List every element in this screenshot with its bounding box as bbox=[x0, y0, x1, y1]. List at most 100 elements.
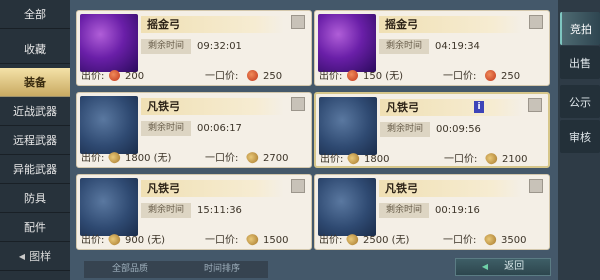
item-name: 摇金弓 bbox=[379, 16, 522, 33]
favorite-checkbox[interactable] bbox=[291, 179, 305, 193]
time-remaining: 00:09:56 bbox=[436, 124, 481, 135]
price-row: 出价: 1800 (无) 一口价: 2700 bbox=[77, 149, 309, 167]
back-button[interactable]: ◀ 返回 bbox=[455, 258, 551, 276]
red-coin-icon bbox=[345, 69, 360, 85]
item-thumbnail bbox=[80, 96, 138, 154]
buyout-value: 1500 bbox=[263, 235, 289, 246]
sidebar-item-label: 图样 bbox=[29, 250, 52, 263]
sidebar-item-ranged[interactable]: 远程武器 bbox=[0, 126, 70, 155]
time-label: 剩余时间 bbox=[141, 121, 191, 136]
price-row: 出价: 2500 (无) 一口价: 3500 bbox=[315, 231, 547, 249]
bid-label: 出价: bbox=[81, 235, 105, 246]
gold-leaf-icon bbox=[106, 149, 123, 167]
sidebar-item-label: 近战武器 bbox=[13, 105, 57, 118]
bid-label: 出价: bbox=[319, 235, 343, 246]
tab-auction[interactable]: 竞拍 bbox=[560, 12, 600, 45]
time-remaining: 15:11:36 bbox=[197, 205, 242, 216]
buyout-label: 一口价: bbox=[443, 235, 477, 246]
favorite-checkbox[interactable] bbox=[291, 97, 305, 111]
time-label: 剩余时间 bbox=[380, 122, 430, 137]
buyout-label: 一口价: bbox=[205, 153, 239, 164]
gold-leaf-icon bbox=[345, 150, 362, 168]
sidebar-item-all[interactable]: 全部 bbox=[0, 0, 70, 29]
bid-value: 900 (无) bbox=[125, 235, 166, 246]
favorite-checkbox[interactable] bbox=[528, 98, 542, 112]
time-remaining: 00:06:17 bbox=[197, 123, 242, 134]
time-label: 剩余时间 bbox=[379, 203, 429, 218]
listing-card[interactable]: 摇金弓 剩余时间 09:32:01 出价: 200 一口价: 250 bbox=[76, 10, 312, 86]
red-coin-icon bbox=[245, 69, 260, 85]
buyout-value: 3500 bbox=[501, 235, 527, 246]
tab-sell[interactable]: 出售 bbox=[560, 46, 600, 79]
sidebar-item-equipment[interactable]: 装备 bbox=[0, 68, 70, 97]
listing-card[interactable]: 凡铁弓 剩余时间 00:19:16 出价: 2500 (无) 一口价: 3500 bbox=[314, 174, 550, 250]
time-remaining: 04:19:34 bbox=[435, 41, 480, 52]
chevron-left-icon: ◀ bbox=[18, 251, 26, 261]
buyout-label: 一口价: bbox=[205, 235, 239, 246]
auction-screen: 全部 收藏 装备 近战武器 远程武器 异能武器 防具 配件 ◀ 图样 摇金弓 剩余… bbox=[0, 0, 600, 280]
tab-label: 审核 bbox=[569, 130, 591, 144]
tab-label: 竞拍 bbox=[570, 22, 592, 36]
bid-label: 出价: bbox=[319, 71, 343, 82]
sidebar-item-favorites[interactable]: 收藏 bbox=[0, 35, 70, 64]
bid-value: 1800 bbox=[364, 154, 390, 165]
bid-label: 出价: bbox=[81, 153, 105, 164]
item-thumbnail bbox=[80, 178, 138, 236]
price-row: 出价: 150 (无) 一口价: 250 bbox=[315, 69, 547, 85]
sidebar-item-patterns[interactable]: ◀ 图样 bbox=[0, 242, 70, 271]
bid-label: 出价: bbox=[320, 154, 344, 165]
buyout-label: 一口价: bbox=[443, 71, 477, 82]
item-name: 凡铁弓 bbox=[141, 180, 284, 197]
item-name: 摇金弓 bbox=[141, 16, 284, 33]
buyout-label: 一口价: bbox=[444, 154, 478, 165]
tab-label: 公示 bbox=[569, 95, 591, 109]
listing-card[interactable]: 摇金弓 剩余时间 04:19:34 出价: 150 (无) 一口价: 250 bbox=[314, 10, 550, 86]
favorite-checkbox[interactable] bbox=[529, 179, 543, 193]
sidebar-item-accessory[interactable]: 配件 bbox=[0, 213, 70, 242]
time-sort-button[interactable]: 时间排序 bbox=[176, 261, 268, 278]
sidebar-item-melee[interactable]: 近战武器 bbox=[0, 97, 70, 126]
buyout-value: 2700 bbox=[263, 153, 289, 164]
tab-public[interactable]: 公示 bbox=[560, 85, 600, 118]
item-name: 凡铁弓 bbox=[141, 98, 284, 115]
time-remaining: 09:32:01 bbox=[197, 41, 242, 52]
back-label: 返回 bbox=[504, 261, 525, 272]
red-coin-icon bbox=[107, 69, 122, 85]
info-icon[interactable]: i bbox=[474, 101, 484, 113]
category-sidebar: 全部 收藏 装备 近战武器 远程武器 异能武器 防具 配件 ◀ 图样 bbox=[0, 0, 70, 280]
bid-label: 出价: bbox=[81, 71, 105, 82]
time-remaining: 00:19:16 bbox=[435, 205, 480, 216]
listing-card-selected[interactable]: 凡铁弓 i 剩余时间 00:09:56 出价: 1800 一口价: 2100 bbox=[314, 92, 550, 168]
sidebar-item-label: 全部 bbox=[24, 8, 46, 21]
favorite-checkbox[interactable] bbox=[529, 15, 543, 29]
listing-card[interactable]: 凡铁弓 剩余时间 15:11:36 出价: 900 (无) 一口价: 1500 bbox=[76, 174, 312, 250]
sidebar-item-label: 配件 bbox=[24, 221, 46, 234]
time-label: 剩余时间 bbox=[141, 39, 191, 54]
price-row: 出价: 900 (无) 一口价: 1500 bbox=[77, 231, 309, 249]
sidebar-item-label: 异能武器 bbox=[13, 163, 57, 176]
quality-filter-button[interactable]: 全部品质 bbox=[84, 261, 176, 278]
gold-leaf-icon bbox=[106, 231, 123, 249]
favorite-checkbox[interactable] bbox=[291, 15, 305, 29]
bid-value: 150 (无) bbox=[363, 71, 404, 82]
bid-value: 200 bbox=[125, 71, 145, 82]
buyout-value: 250 bbox=[263, 71, 283, 82]
sidebar-item-label: 收藏 bbox=[24, 43, 46, 56]
gold-leaf-icon bbox=[482, 231, 499, 249]
red-coin-icon bbox=[483, 69, 498, 85]
price-row: 出价: 1800 一口价: 2100 bbox=[316, 150, 548, 168]
buyout-value: 2100 bbox=[502, 154, 528, 165]
listing-card[interactable]: 凡铁弓 剩余时间 00:06:17 出价: 1800 (无) 一口价: 2700 bbox=[76, 92, 312, 168]
arrow-left-icon: ◀ bbox=[481, 262, 489, 271]
time-label: 剩余时间 bbox=[141, 203, 191, 218]
gold-leaf-icon bbox=[483, 150, 500, 168]
sidebar-item-psionic[interactable]: 异能武器 bbox=[0, 155, 70, 184]
buyout-label: 一口价: bbox=[205, 71, 239, 82]
buyout-value: 250 bbox=[501, 71, 521, 82]
tab-review[interactable]: 审核 bbox=[560, 120, 600, 153]
bid-value: 2500 (无) bbox=[363, 235, 410, 246]
sidebar-item-armor[interactable]: 防具 bbox=[0, 184, 70, 213]
sidebar-item-label: 装备 bbox=[24, 76, 46, 89]
gold-leaf-icon bbox=[244, 231, 261, 249]
item-thumbnail bbox=[318, 14, 376, 72]
